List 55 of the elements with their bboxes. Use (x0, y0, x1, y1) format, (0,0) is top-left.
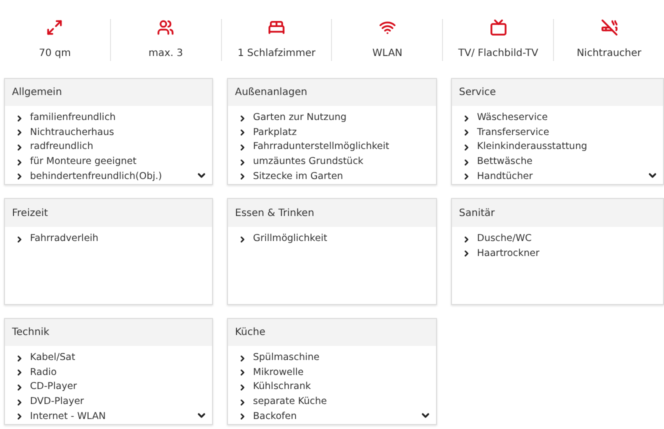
amenity-item: für Monteure geeignet (30, 154, 136, 169)
card-title: Service (459, 86, 496, 100)
amenity-item: CD-Player (30, 380, 77, 394)
amenity-item: Fahrradverleih (30, 232, 98, 246)
card-title: Essen & Trinken (235, 206, 314, 220)
bed-icon (268, 18, 286, 36)
feature-label: 1 Schlafzimmer (238, 46, 316, 60)
amenity-item: Haartrockner (477, 246, 540, 261)
wifi-icon (378, 18, 396, 36)
amenity-item: Radio (30, 366, 57, 380)
chevron-right-icon (15, 234, 24, 244)
amenity-item: Parkplatz (253, 126, 297, 140)
card-title: Allgemein (12, 86, 62, 100)
diagonal-arrows-icon (46, 18, 64, 36)
amenity-item: Garten zur Nutzung (253, 111, 347, 126)
amenity-item: DVD-Player (30, 394, 84, 409)
card-title: Außenanlagen (235, 86, 308, 100)
chevron-right-icon (238, 234, 247, 244)
amenity-item: Bettwäsche (477, 154, 532, 169)
card-title: Freizeit (12, 206, 48, 220)
amenity-item: Grillmöglichkeit (253, 232, 328, 246)
card-title: Küche (235, 326, 266, 340)
amenity-item: Internet - WLAN (30, 410, 106, 424)
amenity-item: Spülmaschine (253, 351, 320, 366)
people-icon (157, 18, 174, 36)
expand-button[interactable] (196, 170, 207, 181)
card-title: Sanitär (459, 206, 495, 220)
feature-label: max. 3 (148, 46, 183, 60)
no-smoking-icon (600, 18, 618, 36)
amenity-item: radfreundlich (30, 140, 94, 154)
feature-label: TV/ Flachbild-TV (458, 46, 538, 60)
amenity-item: Transferservice (477, 126, 550, 140)
amenity-item: Kleinkinderausstattung (477, 140, 588, 154)
amenity-item: Mikrowelle (253, 366, 304, 380)
amenity-item: Dusche/WC (477, 232, 532, 246)
amenity-item: Wäscheservice (477, 111, 548, 126)
amenity-item: familienfreundlich (30, 111, 116, 126)
tv-icon (490, 18, 507, 36)
amenity-item: Fahrradunterstellmöglichkeit (253, 140, 390, 154)
amenity-item: Sitzecke im Garten (253, 170, 344, 184)
amenity-item: Kabel/Sat (30, 351, 76, 366)
amenity-item: umzäuntes Grundstück (253, 154, 364, 169)
card-title: Technik (12, 326, 50, 340)
expand-button[interactable] (420, 410, 431, 421)
expand-button[interactable] (196, 410, 207, 421)
feature-label: Nichtraucher (576, 46, 642, 60)
expand-button[interactable] (647, 170, 658, 181)
amenity-item: Backofen (253, 410, 297, 424)
amenity-item: Handtücher (477, 170, 533, 184)
amenity-item: Kühlschrank (253, 380, 311, 394)
feature-label: WLAN (372, 46, 402, 60)
amenity-item: Nichtraucherhaus (30, 126, 114, 140)
amenity-item: separate Küche (253, 394, 327, 409)
amenity-item: behindertenfreundlich(Obj.) (30, 170, 162, 184)
feature-label: 70 qm (38, 46, 71, 60)
